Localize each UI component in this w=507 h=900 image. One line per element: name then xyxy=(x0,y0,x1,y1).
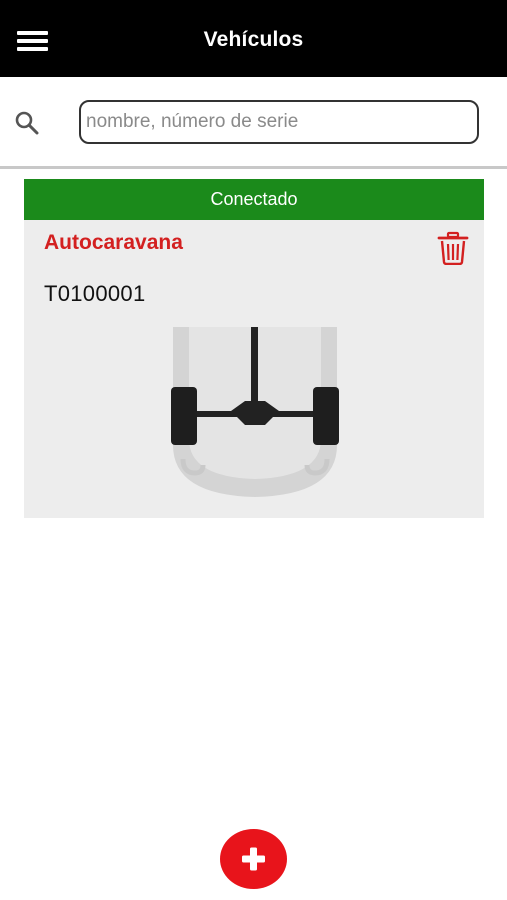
page-title: Vehículos xyxy=(203,28,304,51)
search-icon[interactable] xyxy=(14,110,40,136)
status-badge: Conectado xyxy=(24,179,484,220)
app-screen: Vehículos Conectado Autocaravana T010000… xyxy=(0,0,507,900)
search-input[interactable] xyxy=(79,100,479,144)
vehicle-axle-diagram xyxy=(171,327,339,497)
vehicle-name: Autocaravana xyxy=(44,231,183,254)
search-divider xyxy=(0,166,507,169)
vehicle-card[interactable]: Conectado Autocaravana T0100001 xyxy=(24,179,484,518)
add-vehicle-button[interactable] xyxy=(220,829,287,889)
plus-icon xyxy=(242,847,265,871)
vehicle-serial-number: T0100001 xyxy=(44,281,146,306)
app-header: Vehículos xyxy=(0,0,507,77)
trash-icon[interactable] xyxy=(436,231,470,265)
